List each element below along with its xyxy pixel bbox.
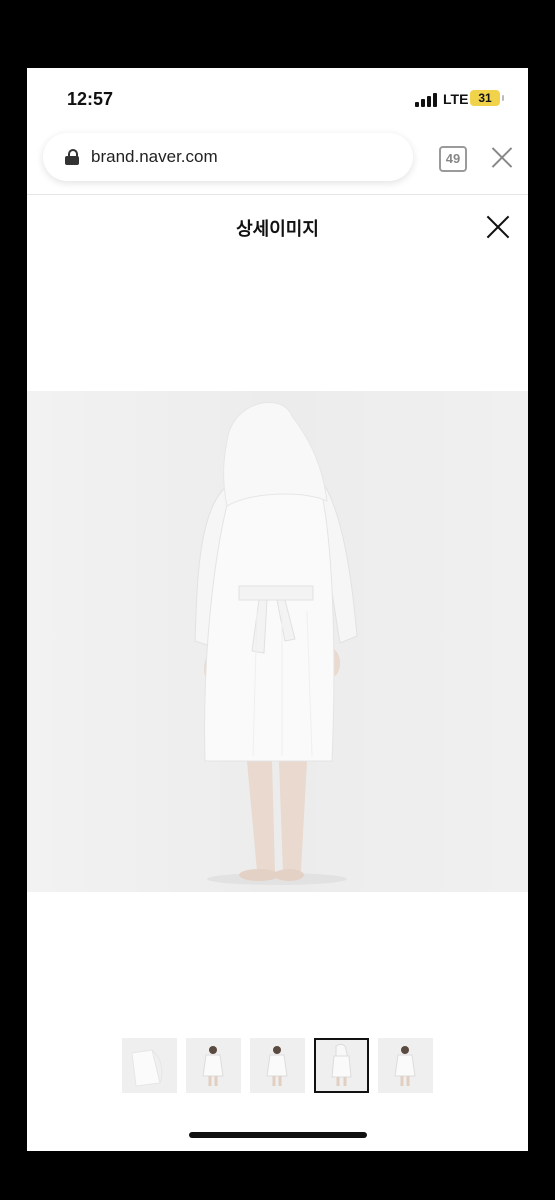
home-indicator[interactable] (189, 1132, 367, 1138)
product-image (27, 391, 528, 892)
tab-count-button[interactable]: 49 (439, 146, 467, 172)
url-text: brand.naver.com (91, 147, 218, 166)
lock-icon (65, 149, 79, 165)
address-bar[interactable]: brand.naver.com (43, 133, 413, 181)
thumbnail-2[interactable] (186, 1038, 241, 1093)
divider (27, 194, 528, 195)
network-type: LTE (443, 91, 469, 107)
signal-icon (415, 93, 437, 107)
thumbnail-4-selected[interactable] (314, 1038, 369, 1093)
status-time: 12:57 (67, 89, 114, 109)
close-icon[interactable] (491, 146, 513, 168)
status-bar: 12:57 LTE 31 (27, 68, 528, 128)
page-title: 상세이미지 (236, 219, 319, 239)
battery-icon: 31 (470, 90, 504, 106)
phone-screen: 12:57 LTE 31 brand.naver.com 49 상세이미지 (27, 68, 528, 1151)
thumbnail-1[interactable] (122, 1038, 177, 1093)
close-icon[interactable] (486, 215, 510, 239)
thumbnail-5[interactable] (378, 1038, 433, 1093)
thumbnail-3[interactable] (250, 1038, 305, 1093)
